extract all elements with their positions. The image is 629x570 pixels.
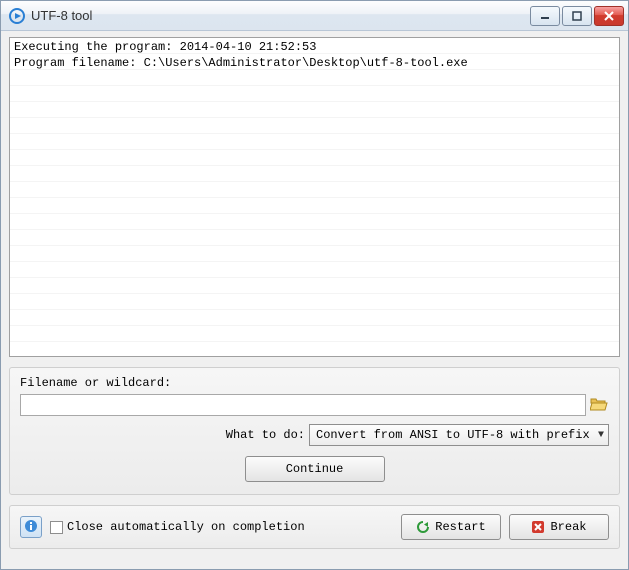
continue-row: Continue — [20, 456, 609, 482]
titlebar[interactable]: UTF-8 tool — [1, 1, 628, 31]
button-label: Restart — [435, 520, 485, 534]
maximize-button[interactable] — [562, 6, 592, 26]
ruled-background — [10, 38, 619, 356]
log-line: Program filename: C:\Users\Administrator… — [14, 55, 615, 71]
app-window: UTF-8 tool Executing the program: 2014-0… — [0, 0, 629, 570]
refresh-icon — [416, 520, 430, 534]
window-title: UTF-8 tool — [31, 8, 530, 23]
filename-label: Filename or wildcard: — [20, 376, 609, 390]
play-circle-icon — [9, 8, 25, 24]
footer-bar: Close automatically on completion Restar… — [9, 505, 620, 549]
filename-input[interactable] — [20, 394, 586, 416]
select-value: Convert from ANSI to UTF-8 with prefix — [316, 428, 590, 442]
info-icon — [24, 519, 38, 536]
filename-row — [20, 394, 609, 416]
chevron-down-icon: ▼ — [598, 430, 604, 441]
browse-button[interactable] — [589, 395, 609, 415]
content-area: Executing the program: 2014-04-10 21:52:… — [1, 31, 628, 569]
info-button[interactable] — [20, 516, 42, 538]
close-auto-label: Close automatically on completion — [67, 520, 305, 534]
stop-icon — [531, 520, 545, 534]
log-lines: Executing the program: 2014-04-10 21:52:… — [10, 38, 619, 72]
restart-button[interactable]: Restart — [401, 514, 501, 540]
what-to-do-row: What to do: Convert from ANSI to UTF-8 w… — [20, 424, 609, 446]
minimize-button[interactable] — [530, 6, 560, 26]
break-button[interactable]: Break — [509, 514, 609, 540]
button-label: Continue — [286, 462, 344, 476]
button-label: Break — [550, 520, 586, 534]
what-to-do-label: What to do: — [226, 428, 305, 442]
what-to-do-select[interactable]: Convert from ANSI to UTF-8 with prefix ▼ — [309, 424, 609, 446]
folder-open-icon — [590, 396, 608, 415]
close-auto-checkbox[interactable] — [50, 521, 63, 534]
continue-button[interactable]: Continue — [245, 456, 385, 482]
log-line: Executing the program: 2014-04-10 21:52:… — [14, 39, 615, 55]
input-group: Filename or wildcard: What to do: Conver… — [9, 367, 620, 495]
close-button[interactable] — [594, 6, 624, 26]
window-controls — [530, 6, 624, 26]
log-panel: Executing the program: 2014-04-10 21:52:… — [9, 37, 620, 357]
